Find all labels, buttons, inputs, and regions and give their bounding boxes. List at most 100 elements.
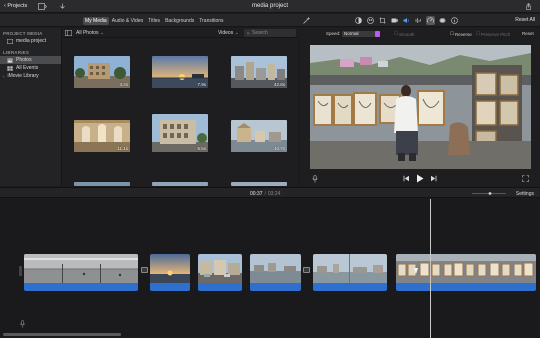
media-thumbnail-partial[interactable] bbox=[231, 182, 287, 186]
library-sidebar: PROJECT MEDIA media project LIBRARIES Ph… bbox=[0, 28, 62, 186]
crop-icon[interactable] bbox=[378, 16, 387, 25]
timeline-clip-harbor[interactable] bbox=[313, 254, 387, 291]
title-bar: ‹ Projects media project bbox=[0, 0, 540, 13]
reset-all-button[interactable]: Reset All bbox=[515, 17, 535, 23]
media-thumbnail-interior[interactable]: 11.1s bbox=[74, 120, 130, 152]
playhead[interactable] bbox=[430, 199, 431, 338]
skip-back-icon[interactable] bbox=[403, 175, 410, 182]
search-field bbox=[244, 29, 296, 37]
tab-my-media[interactable]: My Media bbox=[83, 17, 109, 25]
clip-filter-icon[interactable] bbox=[438, 16, 447, 25]
settings-button[interactable]: Settings bbox=[516, 191, 534, 197]
media-import-icon[interactable] bbox=[38, 3, 47, 10]
clip-frames bbox=[198, 254, 242, 283]
download-icon[interactable] bbox=[58, 3, 67, 10]
smooth-checkbox[interactable]: ☐ Smooth bbox=[394, 31, 415, 37]
smooth-label: Smooth bbox=[399, 31, 415, 37]
media-thumbnail-building[interactable]: 3.2s bbox=[74, 56, 130, 88]
timeline-clip-art-market[interactable] bbox=[396, 254, 536, 291]
viewer-panel: Speed: Normal ☐ Smooth ☐ Reverse ☐ Preserve… bbox=[300, 28, 540, 186]
tab-titles[interactable]: Titles bbox=[146, 17, 162, 25]
audio-waveform bbox=[24, 283, 138, 291]
preserve-pitch-label: Preserve Pitch bbox=[481, 31, 511, 37]
checkbox-icon: ☐ bbox=[450, 31, 455, 36]
media-thumbnail-partial[interactable] bbox=[74, 182, 130, 186]
reset-button[interactable]: Reset bbox=[522, 31, 534, 36]
speed-value: Normal bbox=[344, 31, 359, 36]
preserve-pitch-checkbox[interactable]: ☐ Preserve Pitch bbox=[476, 31, 510, 37]
voiceover-icon[interactable] bbox=[19, 320, 26, 328]
timeline-handle[interactable] bbox=[19, 266, 22, 276]
volume-icon[interactable] bbox=[402, 16, 411, 25]
events-icon bbox=[7, 65, 13, 71]
timeline-clip-street[interactable] bbox=[198, 254, 242, 291]
color-correction-icon[interactable] bbox=[366, 16, 375, 25]
chevron-down-icon bbox=[375, 31, 380, 37]
project-media-heading: PROJECT MEDIA bbox=[3, 31, 43, 36]
viewer-preview[interactable] bbox=[310, 45, 531, 169]
sidebar-item-label: Photos bbox=[16, 57, 32, 63]
duration-label: 10.7s bbox=[273, 146, 285, 151]
fullscreen-icon[interactable] bbox=[522, 175, 529, 182]
info-icon[interactable] bbox=[450, 16, 459, 25]
checkbox-icon: ☐ bbox=[394, 31, 399, 36]
libraries-heading: LIBRARIES bbox=[3, 50, 30, 55]
noise-equalizer-icon[interactable] bbox=[414, 16, 423, 25]
timecode: 00:37/03:24 bbox=[250, 191, 281, 197]
media-thumbnail-street[interactable]: 5.5s bbox=[152, 114, 208, 152]
media-browser: All Photos ⌄ Videos ⌄ 3.2s 7.9s 42.8s bbox=[62, 28, 298, 186]
skip-forward-icon[interactable] bbox=[430, 175, 437, 182]
sidebar-item-label: All Events bbox=[16, 65, 39, 71]
album-selector[interactable]: All Photos ⌄ bbox=[76, 30, 104, 36]
sidebar-item-imovie-library[interactable]: › iMovie Library bbox=[0, 72, 61, 80]
color-balance-icon[interactable] bbox=[354, 16, 363, 25]
clip-frames bbox=[396, 254, 536, 283]
media-thumbnail-partial[interactable] bbox=[152, 182, 208, 186]
sidebar-item-project[interactable]: media project bbox=[0, 37, 61, 45]
tab-backgrounds[interactable]: Backgrounds bbox=[163, 17, 196, 25]
media-tabs: My Media Audio & Video Titles Background… bbox=[83, 17, 226, 25]
album-label: All Photos bbox=[76, 30, 99, 36]
transition-icon[interactable] bbox=[141, 267, 148, 273]
preview-image bbox=[310, 45, 531, 169]
timeline bbox=[0, 199, 540, 338]
sidebar-toggle-icon[interactable] bbox=[65, 30, 72, 36]
media-filter-dropdown[interactable]: Videos ⌄ bbox=[218, 30, 239, 36]
tab-transitions[interactable]: Transitions bbox=[197, 17, 225, 25]
reverse-checkbox[interactable]: ☐ Reverse bbox=[450, 31, 472, 37]
speed-dropdown[interactable]: Normal bbox=[342, 31, 380, 37]
current-time: 00:37 bbox=[250, 191, 263, 197]
projects-back-button[interactable]: ‹ Projects bbox=[4, 3, 27, 9]
playback-controls bbox=[300, 173, 540, 185]
magic-wand-icon[interactable] bbox=[302, 16, 311, 25]
checkbox-icon: ☐ bbox=[476, 31, 481, 36]
speed-controls: Speed: Normal ☐ Smooth ☐ Reverse ☐ Preserve… bbox=[300, 28, 540, 39]
media-thumbnail-city[interactable]: 42.8s bbox=[231, 56, 287, 88]
share-icon[interactable] bbox=[524, 3, 533, 10]
timeline-scrollbar[interactable] bbox=[3, 333, 121, 336]
zoom-slider[interactable] bbox=[472, 192, 506, 195]
play-icon[interactable] bbox=[416, 174, 424, 183]
sidebar-item-photos[interactable]: Photos bbox=[0, 56, 61, 64]
audio-waveform bbox=[396, 283, 536, 291]
duration-label: 42.8s bbox=[273, 82, 285, 87]
clip-frames bbox=[150, 254, 190, 283]
microphone-icon[interactable] bbox=[312, 175, 318, 183]
search-input[interactable] bbox=[252, 30, 296, 36]
audio-waveform bbox=[250, 283, 301, 291]
timeline-clip-waterfront[interactable] bbox=[250, 254, 301, 291]
tab-audio-video[interactable]: Audio & Video bbox=[110, 17, 146, 25]
timeline-clip-sunset[interactable] bbox=[150, 254, 190, 291]
stabilization-icon[interactable] bbox=[390, 16, 399, 25]
media-thumbnail-sunset[interactable]: 7.9s bbox=[152, 56, 208, 88]
speed-icon[interactable] bbox=[426, 16, 435, 25]
timeline-clip-beach[interactable] bbox=[24, 254, 138, 291]
media-thumbnail-harbor[interactable]: 10.7s bbox=[231, 120, 287, 152]
transition-icon[interactable] bbox=[303, 267, 310, 273]
projects-label: Projects bbox=[7, 3, 28, 9]
audio-waveform bbox=[313, 283, 387, 291]
clip-frames bbox=[313, 254, 387, 283]
sidebar-item-all-events[interactable]: All Events bbox=[0, 64, 61, 72]
disclosure-triangle-icon: › bbox=[3, 73, 5, 79]
chevron-down-icon: ⌄ bbox=[99, 30, 105, 36]
